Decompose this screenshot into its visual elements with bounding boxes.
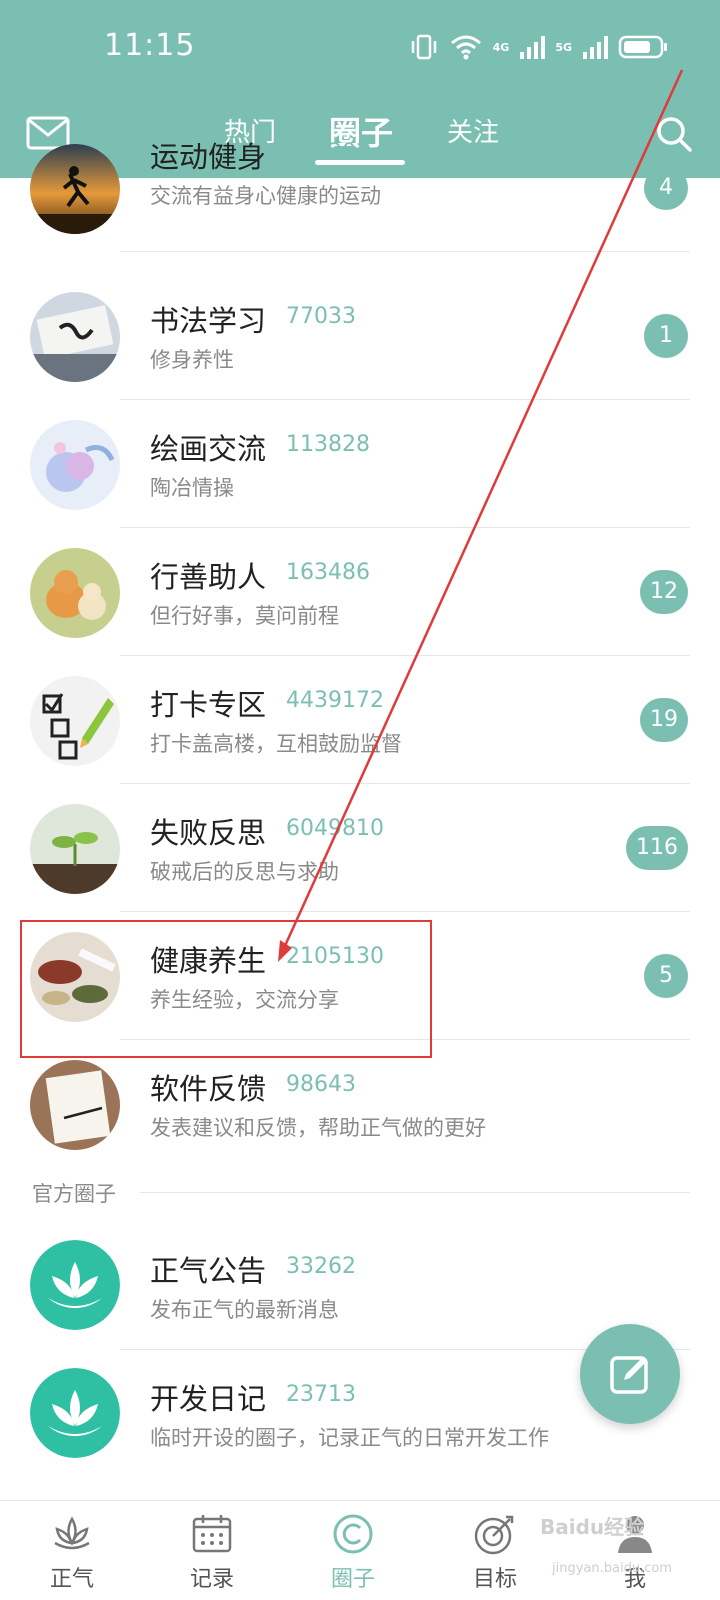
member-count: 279302	[286, 140, 370, 165]
circle-name: 行善助人	[150, 560, 267, 594]
edit-icon	[610, 1356, 648, 1394]
nav-label: 正气	[49, 1567, 94, 1592]
member-count: 98643	[286, 1072, 356, 1097]
list-item[interactable]: 绘画交流 113828 陶冶情操	[0, 400, 720, 528]
circle-name: 书法学习	[150, 304, 267, 338]
section-divider	[140, 1192, 690, 1193]
member-count: 6049810	[286, 816, 384, 841]
nav-label: 记录	[189, 1567, 234, 1592]
circle-name: 正气公告	[150, 1254, 267, 1288]
circle-name: 开发日记	[150, 1382, 267, 1416]
battery-icon	[618, 35, 667, 59]
list-item[interactable]: 打卡专区 4439172 打卡盖高楼，互相鼓励监督 19	[0, 656, 720, 784]
network-5g-label: 5G	[555, 40, 572, 54]
circle-desc: 交流有益身心健康的运动	[150, 184, 381, 208]
unread-badge: 1	[644, 314, 688, 358]
unread-badge: 19	[640, 698, 688, 742]
circle-desc: 但行好事，莫问前程	[150, 604, 339, 628]
signal-4g-icon	[520, 36, 546, 59]
circle-name: 绘画交流	[150, 432, 267, 466]
list-item[interactable]: 软件反馈 98643 发表建议和反馈，帮助正气做的更好	[0, 1040, 720, 1168]
circle-desc: 破戒后的反思与求助	[150, 860, 339, 884]
lotus-icon	[54, 1516, 90, 1550]
circle-name: 失败反思	[150, 816, 267, 850]
member-count: 113828	[286, 432, 370, 457]
lotus-avatar	[30, 1240, 120, 1330]
circle-desc: 发布正气的最新消息	[150, 1298, 339, 1322]
nav-records[interactable]: 记录	[162, 1511, 262, 1599]
nav-zhengqi[interactable]: 正气	[22, 1511, 122, 1599]
circle-icon	[333, 1514, 373, 1554]
circle-desc: 打卡盖高楼，互相鼓励监督	[150, 732, 402, 756]
bottom-nav: 正气 记录 圈子 目标 我 Baidu经验 jingyan.baidu.com	[0, 1500, 720, 1600]
vibrate-icon	[411, 34, 436, 60]
circle-desc: 临时开设的圈子，记录正气的日常开发工作	[150, 1426, 549, 1450]
unread-badge: 12	[640, 570, 688, 614]
nav-label: 圈子	[330, 1567, 375, 1592]
list-item[interactable]: 行善助人 163486 但行好事，莫问前程 12	[0, 528, 720, 656]
avatar	[30, 292, 120, 382]
nav-label: 目标	[472, 1567, 517, 1592]
status-time: 11:15	[104, 28, 196, 63]
status-icons: 4G 5G	[409, 32, 668, 62]
avatar	[30, 676, 120, 766]
list-item[interactable]: 书法学习 77033 修身养性 1	[0, 272, 720, 400]
unread-badge: 5	[644, 954, 688, 998]
member-count: 77033	[286, 304, 356, 329]
calendar-icon	[192, 1515, 232, 1553]
avatar	[30, 1060, 120, 1150]
circle-name: 运动健身	[150, 140, 267, 174]
list-item[interactable]: 运动健身 279302 交流有益身心健康的运动 4	[0, 124, 720, 252]
watermark-text: Baidu经验	[540, 1515, 645, 1539]
status-bar: 11:15 4G 5G	[0, 0, 720, 96]
wifi-icon	[450, 35, 481, 60]
avatar	[30, 144, 120, 234]
member-count: 4439172	[286, 688, 384, 713]
compose-button[interactable]	[580, 1324, 680, 1424]
lotus-avatar	[30, 1368, 120, 1458]
nav-goals[interactable]: 目标	[445, 1511, 545, 1599]
member-count: 33262	[286, 1254, 356, 1279]
list-item[interactable]: 失败反思 6049810 破戒后的反思与求助 116	[0, 784, 720, 912]
circle-name: 打卡专区	[150, 688, 267, 722]
target-icon	[474, 1515, 514, 1555]
circle-desc: 修身养性	[150, 348, 234, 372]
unread-badge: 4	[644, 166, 688, 210]
circle-name: 软件反馈	[150, 1072, 267, 1106]
circle-desc: 陶冶情操	[150, 476, 234, 500]
circle-desc: 发表建议和反馈，帮助正气做的更好	[150, 1116, 486, 1140]
nav-circles[interactable]: 圈子	[303, 1511, 403, 1599]
divider	[120, 251, 690, 252]
member-count: 23713	[286, 1382, 356, 1407]
section-title-official: 官方圈子	[32, 1182, 116, 1206]
highlight-box	[20, 920, 432, 1058]
network-4g-label: 4G	[492, 40, 510, 54]
signal-5g-icon	[583, 36, 608, 59]
watermark-sub: jingyan.baidu.com	[552, 1561, 672, 1576]
avatar	[30, 420, 120, 510]
unread-badge: 116	[626, 826, 688, 870]
member-count: 163486	[286, 560, 370, 585]
avatar	[30, 804, 120, 894]
avatar	[30, 548, 120, 638]
